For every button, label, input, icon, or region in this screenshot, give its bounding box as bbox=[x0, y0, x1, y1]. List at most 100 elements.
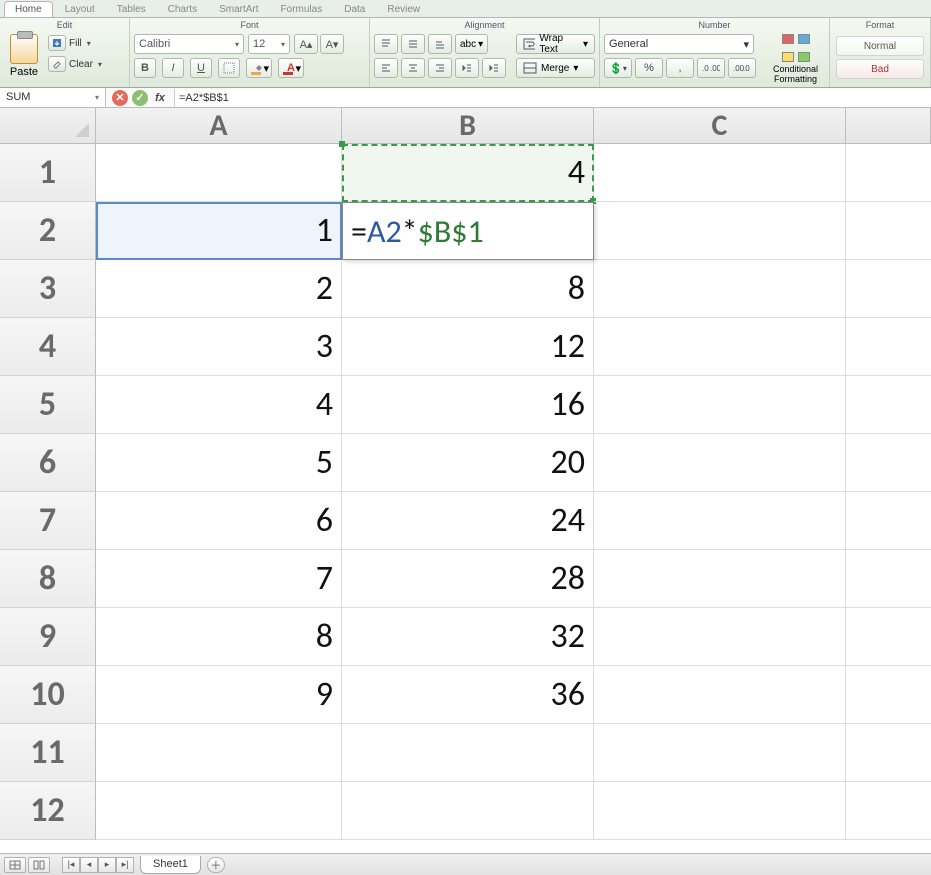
cell-A3[interactable]: 2 bbox=[96, 260, 342, 318]
row-header-3[interactable]: 3 bbox=[0, 260, 96, 318]
tab-review[interactable]: Review bbox=[377, 2, 430, 17]
cell-A9[interactable]: 8 bbox=[96, 608, 342, 666]
cell-A4[interactable]: 3 bbox=[96, 318, 342, 376]
cancel-formula-button[interactable]: ✕ bbox=[112, 90, 128, 106]
tab-layout[interactable]: Layout bbox=[55, 2, 105, 17]
decrease-indent-button[interactable] bbox=[455, 58, 479, 78]
paste-button[interactable]: Paste bbox=[4, 34, 44, 78]
style-bad[interactable]: Bad bbox=[836, 59, 924, 79]
cell-B2[interactable]: =A2*$B$1 bbox=[342, 202, 594, 260]
tab-home[interactable]: Home bbox=[4, 1, 53, 17]
cell-blank-r3[interactable] bbox=[846, 260, 931, 318]
prev-sheet-button[interactable]: ◂ bbox=[80, 857, 98, 873]
align-middle-button[interactable] bbox=[401, 34, 425, 54]
borders-button[interactable] bbox=[218, 58, 240, 78]
cell-blank-r12[interactable] bbox=[846, 782, 931, 840]
cell-C2[interactable] bbox=[594, 202, 846, 260]
cell-A5[interactable]: 4 bbox=[96, 376, 342, 434]
page-layout-view-button[interactable] bbox=[28, 857, 50, 873]
cell-C8[interactable] bbox=[594, 550, 846, 608]
fx-button[interactable]: fx bbox=[152, 90, 168, 106]
cell-blank-r11[interactable] bbox=[846, 724, 931, 782]
cell-blank-r7[interactable] bbox=[846, 492, 931, 550]
align-right-button[interactable] bbox=[428, 58, 452, 78]
cell-blank-r4[interactable] bbox=[846, 318, 931, 376]
cell-C10[interactable] bbox=[594, 666, 846, 724]
font-size-combo[interactable]: 12▾ bbox=[248, 34, 290, 54]
row-header-5[interactable]: 5 bbox=[0, 376, 96, 434]
row-header-10[interactable]: 10 bbox=[0, 666, 96, 724]
align-bottom-button[interactable] bbox=[428, 34, 452, 54]
cell-blank-r2[interactable] bbox=[846, 202, 931, 260]
merge-button[interactable]: Merge▾ bbox=[516, 58, 595, 78]
spreadsheet-grid[interactable]: ABC 123456789101112 41=A2*$B$12831241652… bbox=[0, 108, 931, 842]
wrap-text-button[interactable]: Wrap Text▾ bbox=[516, 34, 595, 54]
cell-B7[interactable]: 24 bbox=[342, 492, 594, 550]
cell-C11[interactable] bbox=[594, 724, 846, 782]
font-name-combo[interactable]: Calibri▾ bbox=[134, 34, 244, 54]
column-header-blank[interactable] bbox=[846, 108, 931, 144]
bold-button[interactable]: B bbox=[134, 58, 156, 78]
add-sheet-button[interactable]: ＋ bbox=[207, 857, 225, 873]
cell-A12[interactable] bbox=[96, 782, 342, 840]
cell-A8[interactable]: 7 bbox=[96, 550, 342, 608]
row-header-12[interactable]: 12 bbox=[0, 782, 96, 840]
row-header-11[interactable]: 11 bbox=[0, 724, 96, 782]
orientation-button[interactable]: abc▾ bbox=[455, 34, 488, 54]
cell-C6[interactable] bbox=[594, 434, 846, 492]
increase-indent-button[interactable] bbox=[482, 58, 506, 78]
last-sheet-button[interactable]: ▸| bbox=[116, 857, 134, 873]
row-header-9[interactable]: 9 bbox=[0, 608, 96, 666]
formula-input[interactable] bbox=[174, 89, 931, 107]
cell-A7[interactable]: 6 bbox=[96, 492, 342, 550]
font-color-button[interactable]: A ▾ bbox=[278, 58, 304, 78]
cell-A10[interactable]: 9 bbox=[96, 666, 342, 724]
normal-view-button[interactable] bbox=[4, 857, 26, 873]
currency-button[interactable]: 💲▾ bbox=[604, 58, 632, 78]
clear-button[interactable]: Clear ▾ bbox=[48, 55, 102, 73]
next-sheet-button[interactable]: ▸ bbox=[98, 857, 116, 873]
cell-B6[interactable]: 20 bbox=[342, 434, 594, 492]
number-format-combo[interactable]: General▾ bbox=[604, 34, 754, 54]
cell-C1[interactable] bbox=[594, 144, 846, 202]
cell-blank-r8[interactable] bbox=[846, 550, 931, 608]
row-header-8[interactable]: 8 bbox=[0, 550, 96, 608]
italic-button[interactable]: I bbox=[162, 58, 184, 78]
comma-button[interactable]: , bbox=[666, 58, 694, 78]
cell-blank-r9[interactable] bbox=[846, 608, 931, 666]
cell-B10[interactable]: 36 bbox=[342, 666, 594, 724]
cell-B8[interactable]: 28 bbox=[342, 550, 594, 608]
cell-C12[interactable] bbox=[594, 782, 846, 840]
increase-font-button[interactable]: A▴ bbox=[294, 34, 318, 54]
cell-B3[interactable]: 8 bbox=[342, 260, 594, 318]
tab-data[interactable]: Data bbox=[334, 2, 375, 17]
tab-formulas[interactable]: Formulas bbox=[271, 2, 333, 17]
style-normal[interactable]: Normal bbox=[836, 36, 924, 56]
fill-color-button[interactable]: ▾ bbox=[246, 58, 272, 78]
cell-blank-r5[interactable] bbox=[846, 376, 931, 434]
row-header-7[interactable]: 7 bbox=[0, 492, 96, 550]
conditional-formatting-button[interactable]: Conditional Formatting bbox=[766, 34, 825, 84]
column-header-A[interactable]: A bbox=[96, 108, 342, 144]
cell-blank-r10[interactable] bbox=[846, 666, 931, 724]
cell-A2[interactable]: 1 bbox=[96, 202, 342, 260]
row-header-6[interactable]: 6 bbox=[0, 434, 96, 492]
column-header-B[interactable]: B bbox=[342, 108, 594, 144]
underline-button[interactable]: U bbox=[190, 58, 212, 78]
row-header-2[interactable]: 2 bbox=[0, 202, 96, 260]
sheet-tab[interactable]: Sheet1 bbox=[140, 856, 201, 874]
tab-smartart[interactable]: SmartArt bbox=[209, 2, 268, 17]
cell-C9[interactable] bbox=[594, 608, 846, 666]
name-box[interactable]: SUM ▾ bbox=[0, 88, 106, 108]
cell-A11[interactable] bbox=[96, 724, 342, 782]
cell-C5[interactable] bbox=[594, 376, 846, 434]
accept-formula-button[interactable]: ✓ bbox=[132, 90, 148, 106]
tab-tables[interactable]: Tables bbox=[107, 2, 156, 17]
cell-B4[interactable]: 12 bbox=[342, 318, 594, 376]
cell-B12[interactable] bbox=[342, 782, 594, 840]
tab-charts[interactable]: Charts bbox=[158, 2, 207, 17]
cell-A1[interactable] bbox=[96, 144, 342, 202]
percent-button[interactable]: % bbox=[635, 58, 663, 78]
cell-A6[interactable]: 5 bbox=[96, 434, 342, 492]
cell-C4[interactable] bbox=[594, 318, 846, 376]
